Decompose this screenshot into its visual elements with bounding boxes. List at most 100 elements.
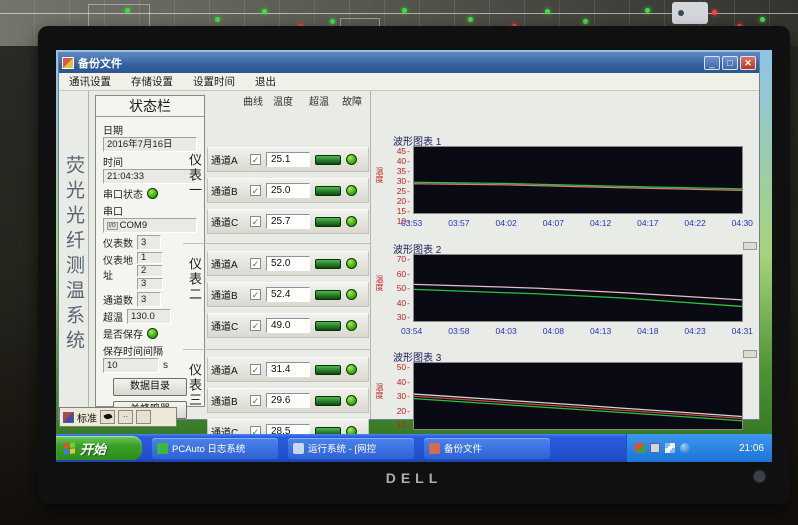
meter-addr-2[interactable]: 2 bbox=[137, 265, 163, 277]
start-button[interactable]: 开始 bbox=[56, 436, 142, 460]
app-icon bbox=[429, 443, 440, 454]
menu-set-time[interactable]: 设置时间 bbox=[183, 74, 245, 89]
fault-led bbox=[346, 320, 357, 331]
tray-app-icon[interactable] bbox=[635, 443, 645, 453]
channel-temperature-value: 52.4 bbox=[266, 287, 310, 302]
fault-led bbox=[346, 258, 357, 269]
tray-wireless-icon[interactable] bbox=[665, 443, 675, 453]
monitor-power-button[interactable] bbox=[755, 472, 764, 481]
ime-options-button[interactable]: ·· bbox=[118, 410, 133, 424]
waveform-chart-2: 波形图表 2 温度 7060504030 03:5403:5804:0304:0… bbox=[375, 241, 761, 347]
ime-minimize-button[interactable] bbox=[136, 410, 151, 424]
status-panel-title: 状态栏 bbox=[96, 96, 204, 117]
serial-status-label: 串口状态 bbox=[103, 186, 143, 201]
divider-vertical bbox=[370, 91, 371, 419]
chart-x-ticks: 03:5403:5804:0304:0804:1304:1804:2304:31 bbox=[401, 326, 753, 336]
overtemp-led bbox=[315, 321, 341, 331]
channel-label: 通道B bbox=[211, 183, 245, 198]
window-titlebar[interactable]: 备份文件 _ □ ✕ bbox=[59, 53, 759, 73]
curve-checkbox[interactable]: ✓ bbox=[250, 395, 261, 406]
ime-keyboard-icon[interactable] bbox=[63, 412, 74, 423]
save-interval-unit: s bbox=[163, 360, 168, 371]
overtemp-led bbox=[315, 217, 341, 227]
curve-checkbox[interactable]: ✓ bbox=[250, 185, 261, 196]
overtemp-label: 超温 bbox=[103, 309, 123, 324]
overtemp-value[interactable]: 130.0 bbox=[127, 309, 171, 324]
instrument-name: 仪表一 bbox=[185, 153, 204, 198]
channel-row: 通道A ✓ 25.1 bbox=[207, 147, 369, 172]
taskbar-item-run-system[interactable]: 运行系统 - [网控 bbox=[288, 438, 414, 459]
channel-label: 通道A bbox=[211, 362, 245, 377]
curve-checkbox[interactable]: ✓ bbox=[250, 320, 261, 331]
close-button[interactable]: ✕ bbox=[740, 56, 756, 70]
pen-icon bbox=[103, 413, 112, 420]
instrument-group-2: 仪表二 通道A ✓ 52.0 通道B ✓ 52.4 通道C ✓ 49.0 bbox=[183, 251, 369, 347]
curve-checkbox[interactable]: ✓ bbox=[250, 154, 261, 165]
save-label: 是否保存 bbox=[103, 326, 143, 341]
screen-desktop: 备份文件 _ □ ✕ 通讯设置 存储设置 设置时间 退出 荧光光纤测温系统 状态… bbox=[56, 50, 772, 462]
curve-checkbox[interactable]: ✓ bbox=[250, 216, 261, 227]
fault-led bbox=[346, 216, 357, 227]
ime-mode-label[interactable]: 标准 bbox=[77, 410, 97, 425]
channel-row: 通道B ✓ 52.4 bbox=[207, 282, 369, 307]
menu-comm-settings[interactable]: 通讯设置 bbox=[59, 74, 121, 89]
channel-temperature-value: 25.0 bbox=[266, 183, 310, 198]
tray-messenger-icon[interactable] bbox=[680, 443, 690, 453]
save-led bbox=[147, 328, 158, 339]
meter-addr-1[interactable]: 1 bbox=[137, 252, 163, 264]
meter-addr-label: 仪表地址 bbox=[103, 252, 133, 282]
channel-row: 通道C ✓ 49.0 bbox=[207, 313, 369, 338]
maximize-button[interactable]: □ bbox=[722, 56, 738, 70]
ime-pen-button[interactable] bbox=[100, 410, 115, 424]
save-interval-value[interactable]: 10 bbox=[103, 358, 159, 373]
monitor-brand-logo: DELL bbox=[38, 470, 790, 486]
system-tray: 21:06 bbox=[626, 434, 772, 462]
tray-clock: 21:06 bbox=[739, 443, 764, 454]
chart-palette[interactable] bbox=[743, 242, 757, 250]
chart-palette[interactable] bbox=[743, 350, 757, 358]
serial-status-led bbox=[147, 188, 158, 199]
chart-y-ticks: 7060504030 bbox=[383, 254, 410, 322]
app-vertical-title: 荧光光纤测温系统 bbox=[59, 91, 89, 419]
curve-checkbox[interactable]: ✓ bbox=[250, 289, 261, 300]
taskbar: 开始 PCAuto 日志系统 运行系统 - [网控 备份文件 21:06 bbox=[56, 434, 772, 462]
channel-label: 通道B bbox=[211, 287, 245, 302]
meter-count-value: 3 bbox=[137, 235, 161, 250]
channel-temperature-value: 49.0 bbox=[266, 318, 310, 333]
app-window: 备份文件 _ □ ✕ 通讯设置 存储设置 设置时间 退出 荧光光纤测温系统 状态… bbox=[58, 52, 760, 420]
header-fault: 故障 bbox=[342, 93, 362, 108]
taskbar-item-log-system[interactable]: PCAuto 日志系统 bbox=[152, 438, 278, 459]
io-icon: I/O bbox=[107, 222, 118, 230]
meter-addr-3[interactable]: 3 bbox=[137, 278, 163, 290]
curve-checkbox[interactable]: ✓ bbox=[250, 258, 261, 269]
chart-plot-area bbox=[413, 146, 743, 214]
instrument-group-1: 仪表一 通道A ✓ 25.1 通道B ✓ 25.0 通道C ✓ 25.7 bbox=[183, 147, 369, 243]
channel-label: 通道A bbox=[211, 256, 245, 271]
menubar: 通讯设置 存储设置 设置时间 退出 bbox=[59, 73, 759, 91]
channel-temperature-value: 25.7 bbox=[266, 214, 310, 229]
wall-device bbox=[672, 2, 708, 24]
minimize-button[interactable]: _ bbox=[704, 56, 720, 70]
taskbar-item-backup-file[interactable]: 备份文件 bbox=[424, 438, 550, 459]
windows-flag-icon bbox=[64, 442, 75, 454]
chart-plot-area bbox=[413, 254, 743, 322]
data-directory-button[interactable]: 数据目录 bbox=[113, 378, 187, 396]
chart-y-ticks: 4540353025201510 bbox=[383, 146, 410, 214]
date-label: 日期 bbox=[103, 122, 197, 137]
chart-y-ticks: 5040302010 bbox=[383, 362, 410, 430]
tray-display-icon[interactable] bbox=[650, 443, 660, 453]
divider-horizontal-1 bbox=[183, 243, 370, 244]
menu-storage-settings[interactable]: 存储设置 bbox=[121, 74, 183, 89]
channel-temperature-value: 29.6 bbox=[266, 393, 310, 408]
header-curve: 曲线 bbox=[243, 93, 263, 108]
meter-count-label: 仪表数 bbox=[103, 235, 133, 250]
window-title: 备份文件 bbox=[78, 55, 702, 71]
window-icon bbox=[62, 57, 74, 69]
curve-checkbox[interactable]: ✓ bbox=[250, 364, 261, 375]
ime-language-bar: 标准 ·· bbox=[59, 407, 177, 427]
menu-exit[interactable]: 退出 bbox=[245, 74, 286, 89]
overtemp-led bbox=[315, 290, 341, 300]
app-icon bbox=[293, 443, 304, 454]
overtemp-led bbox=[315, 396, 341, 406]
instrument-name: 仪表三 bbox=[185, 363, 204, 408]
